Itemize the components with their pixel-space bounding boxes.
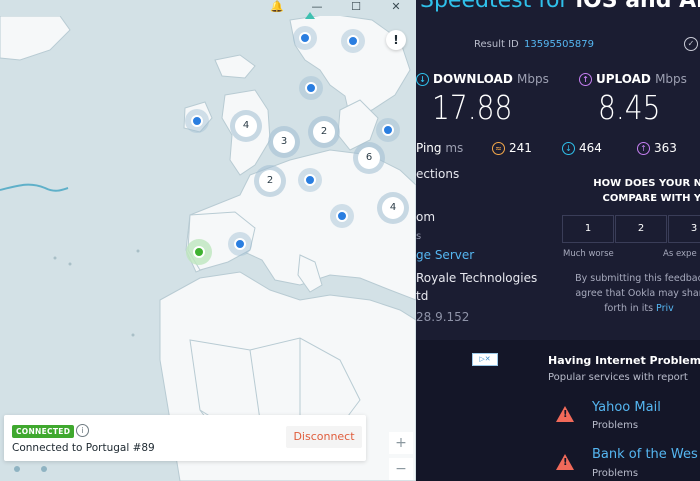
- zoom-in-button[interactable]: +: [389, 432, 413, 454]
- ping-download: ↓ 464: [562, 141, 602, 155]
- connection-status-text: Connected to Portugal #89: [12, 442, 155, 454]
- result-id-link[interactable]: 13595505879: [524, 39, 594, 50]
- ping-label-text: Ping: [416, 141, 442, 155]
- server-pin[interactable]: [299, 32, 311, 44]
- rating-option-2[interactable]: 2: [615, 215, 667, 243]
- ping-label: Ping ms: [416, 141, 463, 155]
- download-label-text: DOWNLOAD: [433, 72, 513, 86]
- server-name: Royale Technologies: [416, 271, 538, 285]
- service-status: Problems: [592, 468, 639, 479]
- problems-subtitle: Popular services with report: [548, 372, 688, 383]
- rating-caption: As expe: [663, 249, 697, 259]
- upload-icon: ↑: [637, 142, 650, 155]
- speedtest-result-panel: Speedtest for iOS and An Result ID 13595…: [416, 0, 700, 340]
- rating-option-3[interactable]: 3: [668, 215, 700, 243]
- maximize-button[interactable]: ☐: [341, 0, 371, 16]
- upload-label: ↑ UPLOAD Mbps: [579, 72, 687, 86]
- ping-download-value: 464: [579, 141, 602, 155]
- download-unit: Mbps: [516, 72, 549, 86]
- upload-icon: ↑: [579, 73, 592, 86]
- server-cluster[interactable]: 2: [313, 121, 335, 143]
- warning-glyph: !: [563, 409, 568, 420]
- result-id-label: Result ID: [474, 39, 519, 50]
- page-title: Speedtest for iOS and An: [420, 0, 700, 13]
- download-icon: ↓: [562, 142, 575, 155]
- vpn-window: 4 3 2 6 2 4 🔔 — ☐ ✕ ! CONNECTED i Connec…: [0, 0, 416, 481]
- download-label: ↓ DOWNLOAD Mbps: [416, 72, 549, 86]
- service-link[interactable]: Yahoo Mail: [592, 400, 661, 415]
- feedback-text: By submitting this feedbac agree that Oo…: [575, 273, 700, 314]
- server-cluster[interactable]: 3: [273, 131, 295, 153]
- notification-button[interactable]: !: [386, 30, 406, 50]
- world-map[interactable]: [0, 0, 416, 481]
- ping-upload: ↑ 363: [637, 141, 677, 155]
- connections-label: ections: [416, 167, 460, 181]
- internet-problems-section: ▷✕ Having Internet Problems? Popular ser…: [416, 340, 700, 481]
- map-dot: [41, 466, 47, 472]
- privacy-link[interactable]: Priv: [656, 303, 674, 314]
- service-link[interactable]: Bank of the Wes: [592, 447, 698, 462]
- ping-idle-value: 241: [509, 141, 532, 155]
- close-button[interactable]: ✕: [381, 0, 411, 16]
- upload-value: 8.45: [598, 88, 661, 127]
- feedback-disclaimer: By submitting this feedbac agree that Oo…: [564, 271, 700, 316]
- download-value: 17.88: [432, 88, 513, 127]
- zoom-out-button[interactable]: −: [389, 458, 413, 480]
- warning-glyph: !: [563, 457, 568, 468]
- server-pin[interactable]: [347, 35, 359, 47]
- ping-idle: ≈241: [492, 141, 532, 155]
- isp-text: s: [416, 231, 422, 242]
- warning-icon: !: [556, 406, 574, 422]
- server-pin[interactable]: [305, 82, 317, 94]
- server-cluster[interactable]: 4: [382, 197, 404, 219]
- upload-unit: Mbps: [655, 72, 687, 86]
- rating-option-1[interactable]: 1: [562, 215, 614, 243]
- disconnect-button[interactable]: Disconnect: [286, 426, 362, 448]
- server-pin[interactable]: [304, 174, 316, 186]
- server-name: td: [416, 289, 429, 303]
- server-cluster[interactable]: 6: [358, 147, 380, 169]
- problems-title: Having Internet Problems?: [548, 354, 700, 367]
- server-ip: 28.9.152: [416, 310, 470, 324]
- rating-caption: Much worse: [563, 249, 614, 259]
- server-pin[interactable]: [336, 210, 348, 222]
- change-server-link[interactable]: ge Server: [416, 248, 474, 262]
- check-icon[interactable]: ✓: [684, 37, 698, 51]
- upload-label-text: UPLOAD: [596, 72, 651, 86]
- vpn-titlebar: 🔔 — ☐ ✕: [0, 0, 416, 19]
- server-pin[interactable]: [234, 238, 246, 250]
- bell-icon[interactable]: 🔔: [262, 0, 292, 16]
- connected-server-pin[interactable]: [193, 246, 205, 258]
- ping-icon: ≈: [492, 142, 505, 155]
- status-badge: CONNECTED: [12, 425, 75, 438]
- ping-upload-value: 363: [654, 141, 677, 155]
- server-pin[interactable]: [191, 115, 203, 127]
- ping-unit: ms: [445, 141, 464, 155]
- server-pin[interactable]: [382, 124, 394, 136]
- isp-text: om: [416, 210, 436, 224]
- server-cluster[interactable]: 4: [235, 115, 257, 137]
- warning-icon: !: [556, 454, 574, 470]
- info-icon[interactable]: i: [76, 424, 89, 437]
- compare-title: HOW DOES YOUR NETW COMPARE WITH YOU: [593, 178, 700, 204]
- download-icon: ↓: [416, 73, 429, 86]
- ad-choices-icon[interactable]: ▷✕: [472, 353, 498, 366]
- server-cluster[interactable]: 2: [259, 170, 281, 192]
- map-pointer-icon: [305, 12, 315, 19]
- connection-status-panel: CONNECTED i Connected to Portugal #89 Di…: [4, 415, 366, 461]
- page-title-part: iOS and An: [575, 0, 700, 13]
- service-status: Problems: [592, 420, 639, 431]
- page-title-part: Speedtest for: [420, 0, 576, 13]
- map-dot: [14, 466, 20, 472]
